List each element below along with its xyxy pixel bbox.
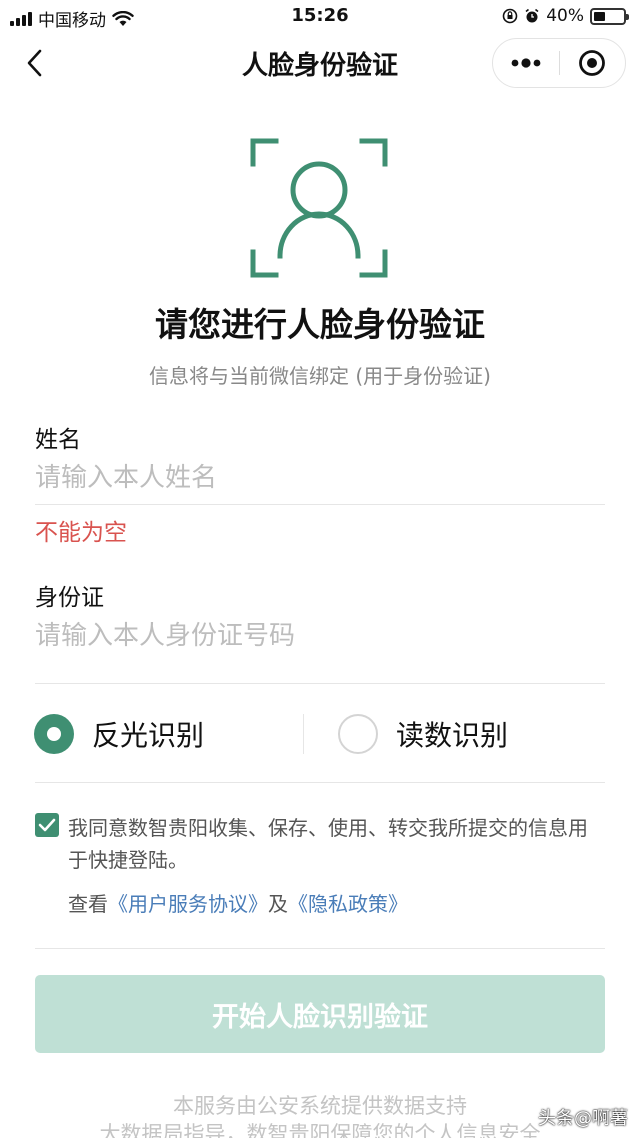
back-button[interactable] — [18, 46, 52, 80]
more-button[interactable] — [493, 39, 559, 87]
close-miniprogram-button[interactable] — [560, 39, 626, 87]
radio-reading[interactable]: 读数识别 — [338, 712, 508, 756]
battery-fill — [594, 11, 606, 21]
alarm-icon — [525, 8, 539, 23]
nav-bar: 人脸身份验证 — [0, 34, 640, 92]
orientation-lock-icon — [502, 8, 518, 24]
face-frame-icon — [250, 138, 388, 278]
status-bar: 中国移动 15:26 40% — [0, 0, 640, 34]
miniprogram-capsule — [492, 38, 626, 88]
agreement-text: 我同意数智贵阳收集、保存、使用、转交我所提交的信息用于快捷登陆。 — [68, 816, 588, 872]
hero-title: 请您进行人脸身份验证 — [155, 305, 485, 344]
more-dots-icon — [511, 58, 541, 68]
and-text: 及 — [268, 892, 288, 916]
privacy-policy-link[interactable]: 《隐私政策》 — [288, 888, 408, 917]
id-divider — [35, 683, 605, 684]
target-circle-icon — [579, 50, 606, 76]
battery-icon — [590, 7, 629, 25]
name-input[interactable] — [35, 458, 605, 498]
name-divider — [35, 504, 605, 505]
view-prefix: 查看 — [68, 892, 108, 916]
checkmark-icon — [38, 818, 56, 832]
agreement-links: 查看 《用户服务协议》 及 《隐私政策》 — [68, 888, 408, 917]
user-agreement-link[interactable]: 《用户服务协议》 — [108, 888, 268, 917]
radio-divider — [35, 782, 605, 783]
watermark: 头条@啊薯 — [538, 1108, 628, 1129]
radio-reflection[interactable]: 反光识别 — [34, 712, 204, 756]
id-card-input[interactable] — [35, 616, 605, 656]
chevron-left-icon — [27, 49, 42, 77]
start-face-verification-button[interactable]: 开始人脸识别验证 — [35, 975, 605, 1053]
hero-subtitle: 信息将与当前微信绑定 (用于身份验证) — [149, 364, 491, 388]
agree-checkbox[interactable] — [35, 813, 59, 837]
radio-separator — [303, 714, 304, 754]
name-label: 姓名 — [35, 427, 81, 453]
battery-percent: 40% — [546, 6, 584, 26]
name-error-text: 不能为空 — [35, 520, 127, 546]
radio-unselected-icon — [338, 714, 378, 754]
radio-selected-icon — [34, 714, 74, 754]
radio-reflection-label: 反光识别 — [92, 719, 205, 752]
id-label: 身份证 — [35, 585, 104, 611]
status-right: 40% — [502, 6, 629, 26]
radio-reading-label: 读数识别 — [396, 719, 509, 752]
agreement-divider — [35, 948, 605, 949]
